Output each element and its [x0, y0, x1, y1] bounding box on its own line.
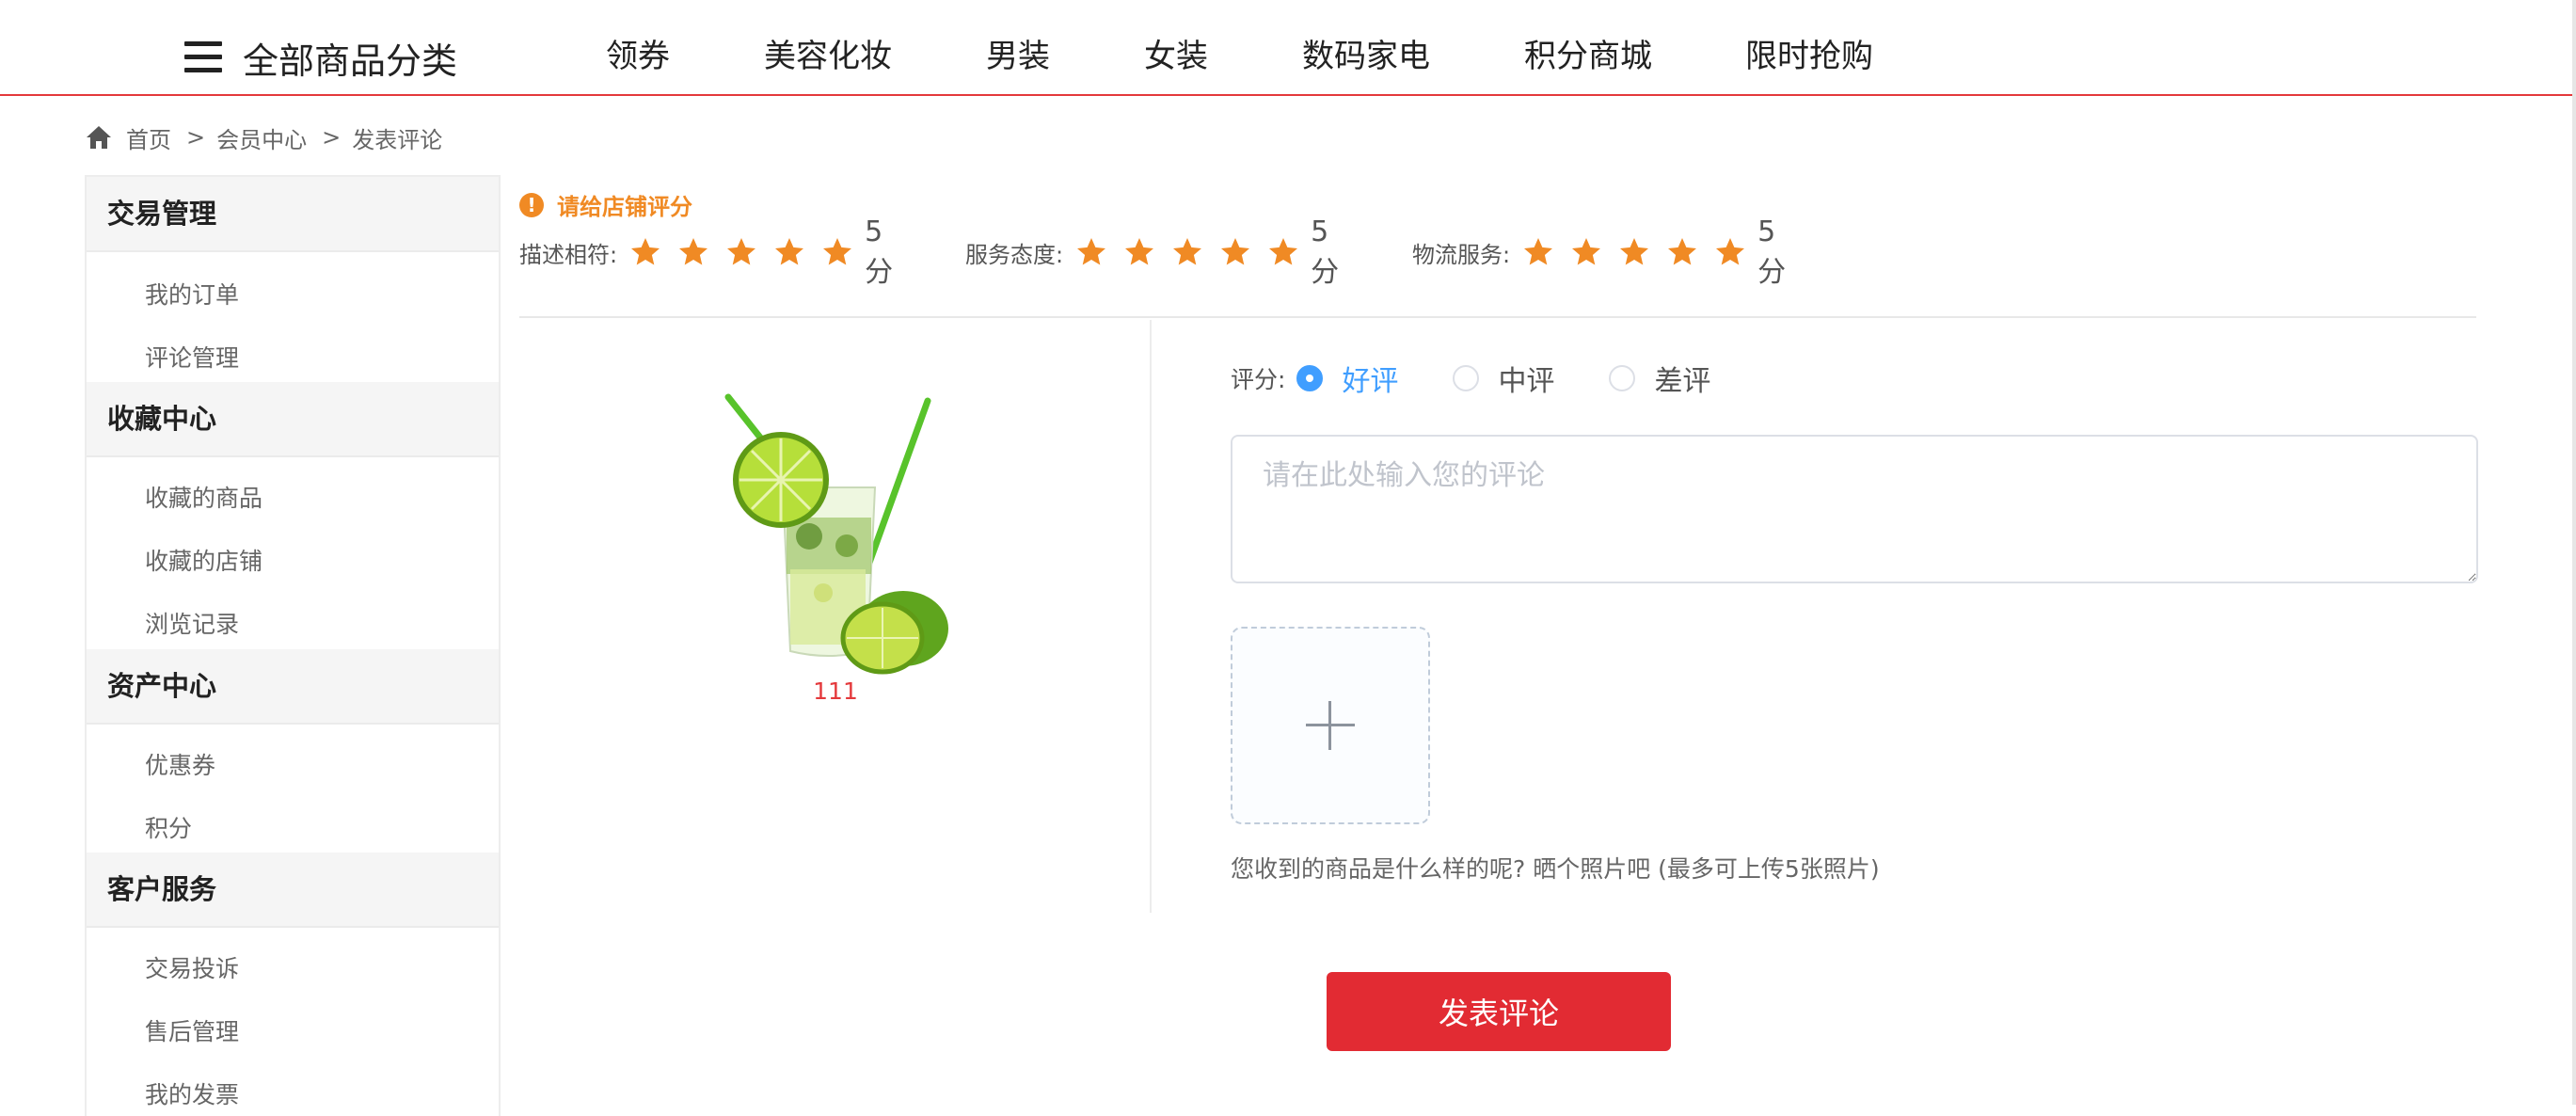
star-icon[interactable] — [772, 235, 806, 269]
star-icon[interactable] — [1074, 235, 1108, 269]
star-rating[interactable] — [1074, 235, 1314, 269]
all-categories-button[interactable]: 全部商品分类 — [184, 28, 457, 87]
nav-link-womenswear[interactable]: 女装 — [1144, 30, 1208, 76]
hamburger-menu-icon — [184, 41, 222, 73]
sidebar-group-trade: 交易管理 — [87, 177, 499, 252]
star-icon[interactable] — [676, 235, 710, 269]
photo-upload-button[interactable] — [1231, 627, 1430, 824]
radio-button[interactable] — [1609, 365, 1636, 391]
product-name[interactable]: 111 — [741, 678, 930, 705]
rating-label: 物流服务: — [1412, 241, 1511, 268]
sidebar-item-after-sales[interactable]: 售后管理 — [145, 1013, 239, 1047]
upload-hint-text: 您收到的商品是什么样的呢? 晒个照片吧 (最多可上传5张照片) — [1231, 855, 1880, 883]
sidebar-item-browse-history[interactable]: 浏览记录 — [145, 606, 239, 640]
sidebar-item-coupons[interactable]: 优惠券 — [145, 747, 215, 781]
breadcrumb-member-center[interactable]: 会员中心 — [216, 121, 307, 154]
section-divider — [519, 316, 2476, 318]
shop-rating-notice-text: 请给店铺评分 — [557, 194, 692, 220]
rating-service-attitude: 服务态度: 5分 — [965, 215, 1339, 289]
sidebar-group-assets: 资产中心 — [87, 649, 499, 725]
rating-score: 5分 — [865, 215, 894, 289]
star-icon[interactable] — [1617, 235, 1651, 269]
breadcrumb-separator: > — [322, 124, 342, 151]
sidebar-item-my-invoices[interactable]: 我的发票 — [145, 1076, 239, 1110]
radio-good-review[interactable]: 好评 — [1296, 358, 1398, 399]
nav-link-flash-sale[interactable]: 限时抢购 — [1745, 30, 1873, 76]
rating-logistics: 物流服务: 5分 — [1412, 215, 1786, 289]
star-icon[interactable] — [1569, 235, 1603, 269]
rating-score: 5分 — [1311, 215, 1340, 289]
breadcrumb-home[interactable]: 首页 — [126, 121, 171, 154]
radio-button[interactable] — [1296, 365, 1324, 391]
review-score-label: 评分: — [1231, 366, 1286, 393]
nav-link-menswear[interactable]: 男装 — [986, 30, 1050, 76]
star-icon[interactable] — [820, 235, 854, 269]
radio-button[interactable] — [1453, 365, 1480, 391]
review-score-group: 评分: 好评 中评 差评 — [1231, 358, 1765, 399]
star-icon[interactable] — [1713, 235, 1747, 269]
radio-label[interactable]: 好评 — [1342, 358, 1398, 399]
sidebar-item-my-orders[interactable]: 我的订单 — [145, 277, 239, 311]
star-icon[interactable] — [724, 235, 758, 269]
star-rating[interactable] — [628, 235, 868, 269]
sidebar-group-customer-service: 客户服务 — [87, 853, 499, 928]
star-icon[interactable] — [1521, 235, 1555, 269]
nav-link-beauty[interactable]: 美容化妆 — [764, 30, 892, 76]
sidebar-item-review-management[interactable]: 评论管理 — [145, 340, 239, 374]
member-sidebar: 交易管理 我的订单 评论管理 收藏中心 收藏的商品 收藏的店铺 浏览记录 资产中… — [85, 175, 501, 1116]
rating-description-match: 描述相符: 5分 — [519, 215, 893, 289]
breadcrumb-current: 发表评论 — [352, 126, 443, 153]
all-categories-label: 全部商品分类 — [243, 40, 458, 82]
shop-rating-notice: ! 请给店铺评分 — [519, 188, 692, 221]
star-rating[interactable] — [1521, 235, 1761, 269]
plus-icon — [1306, 701, 1355, 750]
sidebar-item-favorite-shops[interactable]: 收藏的店铺 — [145, 543, 262, 577]
top-navigation: 全部商品分类 领券 美容化妆 男装 女装 数码家电 积分商城 限时抢购 — [0, 0, 2576, 96]
star-icon[interactable] — [1170, 235, 1204, 269]
radio-label[interactable]: 中评 — [1498, 358, 1554, 399]
radio-bad-review[interactable]: 差评 — [1609, 358, 1710, 399]
column-divider — [1150, 320, 1152, 913]
page-scrollbar[interactable] — [2572, 0, 2576, 1105]
rating-score: 5分 — [1757, 215, 1787, 289]
nav-link-coupons[interactable]: 领券 — [606, 30, 670, 76]
sidebar-group-favorites: 收藏中心 — [87, 382, 499, 457]
submit-review-button[interactable]: 发表评论 — [1327, 972, 1671, 1051]
radio-label[interactable]: 差评 — [1654, 358, 1710, 399]
nav-link-digital[interactable]: 数码家电 — [1302, 30, 1430, 76]
exclamation-icon: ! — [519, 192, 544, 217]
rating-label: 描述相符: — [519, 241, 618, 268]
star-icon[interactable] — [1122, 235, 1156, 269]
comment-textarea[interactable] — [1231, 435, 2478, 583]
sidebar-item-trade-complaints[interactable]: 交易投诉 — [145, 950, 239, 984]
sidebar-item-points[interactable]: 积分 — [145, 810, 192, 844]
home-icon — [87, 126, 111, 149]
breadcrumb-separator: > — [186, 124, 206, 151]
product-image[interactable] — [706, 376, 978, 678]
rating-label: 服务态度: — [965, 241, 1064, 268]
breadcrumb: 首页 > 会员中心 > 发表评论 — [85, 120, 442, 154]
nav-link-points-mall[interactable]: 积分商城 — [1524, 30, 1652, 76]
radio-neutral-review[interactable]: 中评 — [1453, 358, 1554, 399]
star-icon[interactable] — [628, 235, 662, 269]
star-icon[interactable] — [1665, 235, 1699, 269]
star-icon[interactable] — [1266, 235, 1300, 269]
star-icon[interactable] — [1218, 235, 1252, 269]
sidebar-item-favorite-products[interactable]: 收藏的商品 — [145, 480, 262, 514]
